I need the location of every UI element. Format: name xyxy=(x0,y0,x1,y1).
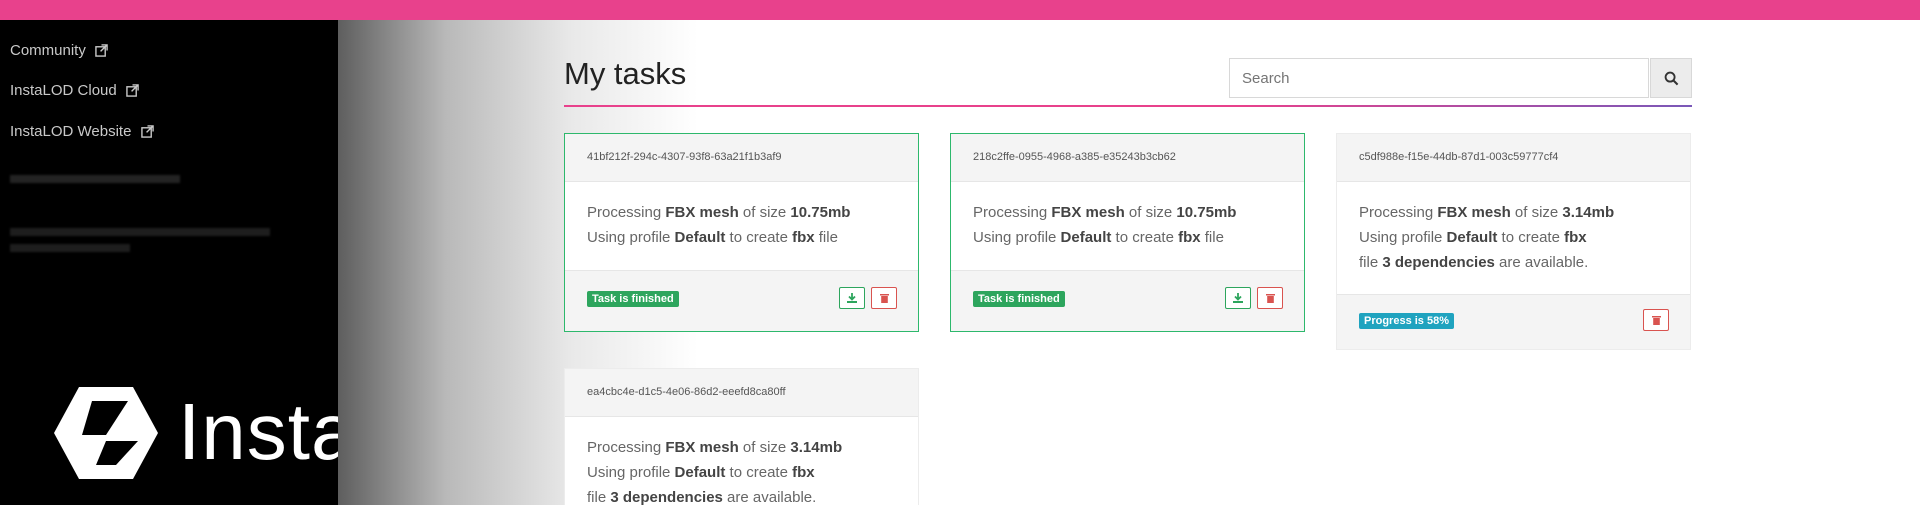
blurred-sidebar-text xyxy=(10,175,180,183)
task-id: c5df988e-f15e-44db-87d1-003c59777cf4 xyxy=(1337,134,1690,182)
task-description: Processing FBX mesh of size 3.14mb Using… xyxy=(587,439,843,505)
blurred-sidebar-text xyxy=(10,228,270,236)
status-badge: Task is finished xyxy=(973,291,1065,307)
task-description: Processing FBX mesh of size 10.75mb Usin… xyxy=(587,204,851,246)
sidebar-link-instalod-website[interactable]: InstaLOD Website xyxy=(10,123,154,140)
delete-button[interactable] xyxy=(1257,287,1283,309)
blurred-sidebar-text xyxy=(10,244,130,252)
task-description: Processing FBX mesh of size 10.75mb Usin… xyxy=(973,204,1237,246)
download-icon xyxy=(847,293,857,303)
task-description: Processing FBX mesh of size 3.14mb Using… xyxy=(1359,204,1615,271)
external-link-icon xyxy=(140,125,154,138)
external-link-icon xyxy=(95,44,108,57)
sidebar: Community InstaLOD Cloud InstaLOD Websit… xyxy=(0,20,523,505)
task-footer: Task is finished xyxy=(565,270,918,331)
title-divider xyxy=(564,105,1692,107)
search-input[interactable] xyxy=(1230,59,1650,97)
task-card: c5df988e-f15e-44db-87d1-003c59777cf4 Pro… xyxy=(1336,133,1691,350)
task-footer: Progress is 58% xyxy=(1337,294,1690,349)
instalod-logo-icon xyxy=(54,387,158,479)
task-card: ea4cbc4e-d1c5-4e06-86d2-eeefd8ca80ff Pro… xyxy=(564,368,919,505)
task-card: 41bf212f-294c-4307-93f8-63a21f1b3af9 Pro… xyxy=(564,133,919,332)
progress-badge: Progress is 58% xyxy=(1359,313,1454,329)
top-accent-bar xyxy=(0,0,1920,20)
task-id: 218c2ffe-0955-4968-a385-e35243b3cb62 xyxy=(951,134,1304,182)
task-id: 41bf212f-294c-4307-93f8-63a21f1b3af9 xyxy=(565,134,918,182)
task-id: ea4cbc4e-d1c5-4e06-86d2-eeefd8ca80ff xyxy=(565,369,918,417)
download-button[interactable] xyxy=(839,287,865,309)
search-icon xyxy=(1664,71,1678,85)
download-button[interactable] xyxy=(1225,287,1251,309)
sidebar-link-instalod-cloud[interactable]: InstaLOD Cloud xyxy=(10,82,139,99)
external-link-icon xyxy=(126,84,139,97)
search-field xyxy=(1229,58,1650,98)
sidebar-link-label: InstaLOD Website xyxy=(10,123,132,140)
trash-icon xyxy=(1651,316,1661,325)
search-button[interactable] xyxy=(1650,58,1692,98)
task-footer: Task is finished xyxy=(951,270,1304,331)
download-icon xyxy=(1233,293,1243,303)
trash-icon xyxy=(1265,294,1275,303)
sidebar-link-label: Community xyxy=(10,42,86,59)
sidebar-link-community[interactable]: Community xyxy=(10,42,108,59)
page-title: My tasks xyxy=(564,56,687,91)
delete-button[interactable] xyxy=(1643,309,1669,331)
status-badge: Task is finished xyxy=(587,291,679,307)
task-card: 218c2ffe-0955-4968-a385-e35243b3cb62 Pro… xyxy=(950,133,1305,332)
sidebar-link-label: InstaLOD Cloud xyxy=(10,82,117,99)
trash-icon xyxy=(879,294,889,303)
delete-button[interactable] xyxy=(871,287,897,309)
